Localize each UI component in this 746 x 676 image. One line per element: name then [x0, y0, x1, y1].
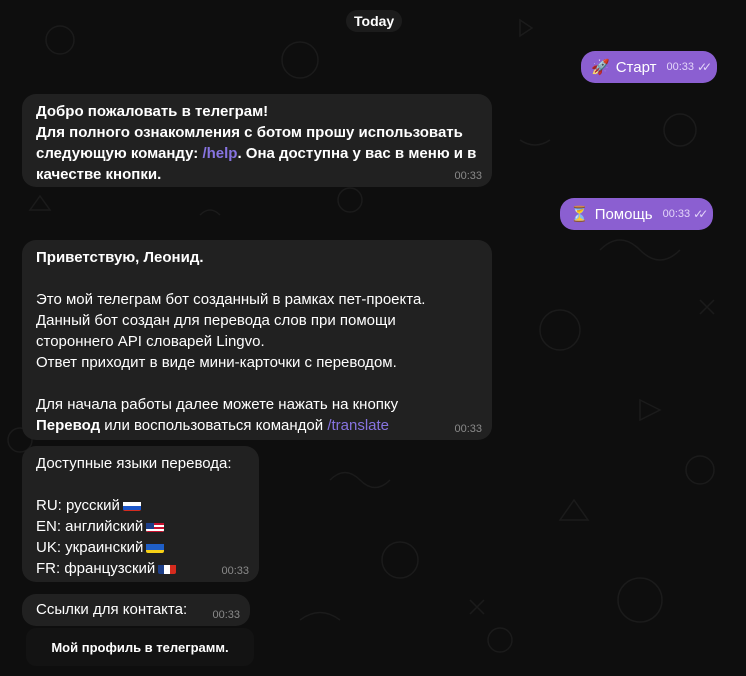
- read-checkmarks-icon: ✓✓: [696, 59, 712, 74]
- incoming-message-welcome[interactable]: Добро пожаловать в телеграм! Для полного…: [22, 94, 492, 187]
- ru-flag-icon: [122, 499, 141, 511]
- message-line: Это мой телеграм бот созданный в рамках …: [36, 291, 426, 308]
- message-line: Ссылки для контакта:: [36, 601, 188, 618]
- message-time: 00:33: [221, 565, 249, 577]
- incoming-message-greeting[interactable]: Приветствую, Леонид. Это мой телеграм бо…: [22, 240, 492, 440]
- rocket-icon: 🚀: [591, 58, 610, 76]
- profile-link-button[interactable]: Мой профиль в телеграмм.: [26, 628, 254, 666]
- read-checkmarks-icon: ✓✓: [693, 206, 708, 221]
- incoming-message-languages[interactable]: Доступные языки перевода: RU: русский EN…: [22, 446, 259, 582]
- message-line: Перевод или воспользоваться командой /tr…: [36, 417, 390, 434]
- translate-command-link[interactable]: /translate: [327, 417, 389, 434]
- language-item: UK: украинский: [36, 537, 245, 558]
- fr-flag-icon: [158, 562, 177, 574]
- message-line: Добро пожаловать в телеграм!: [36, 103, 269, 120]
- language-item: FR: французский: [36, 558, 245, 579]
- message-text: Старт: [615, 58, 657, 76]
- message-line: Ответ приходит в виде мини-карточки с пе…: [36, 354, 397, 371]
- message-line: качестве кнопки.: [36, 166, 162, 183]
- message-line: Доступные языки перевода:: [36, 455, 232, 472]
- message-line: Для полного ознакомления с ботом прошу и…: [36, 124, 463, 141]
- incoming-message-contacts[interactable]: Ссылки для контакта: 00:33: [22, 594, 250, 626]
- message-time: 00:33: [212, 609, 240, 621]
- outgoing-message-help[interactable]: ⏳ Помощь 00:33 ✓✓: [560, 198, 714, 230]
- message-time: 00:33: [666, 61, 694, 73]
- message-line: стороннего API словарей Lingvo.: [36, 333, 265, 350]
- message-time: 00:33: [454, 170, 482, 182]
- message-text: Помощь: [594, 205, 653, 223]
- date-divider: Today: [346, 10, 403, 32]
- help-command-link[interactable]: /help: [202, 145, 237, 162]
- message-line: Данный бот создан для перевода слов при …: [36, 312, 396, 329]
- message-line: Для начала работы далее можете нажать на…: [36, 396, 399, 413]
- us-flag-icon: [146, 520, 165, 532]
- hourglass-icon: ⏳: [570, 205, 589, 223]
- message-line: Приветствую, Леонид.: [36, 249, 204, 266]
- message-line: следующую команду: /help. Она доступна у…: [36, 145, 477, 162]
- message-time: 00:33: [662, 208, 691, 220]
- language-item: RU: русский: [36, 495, 245, 516]
- outgoing-message-start[interactable]: 🚀 Старт 00:33 ✓✓: [581, 51, 718, 83]
- ua-flag-icon: [146, 541, 165, 553]
- language-item: EN: английский: [36, 516, 245, 537]
- message-time: 00:33: [454, 423, 482, 435]
